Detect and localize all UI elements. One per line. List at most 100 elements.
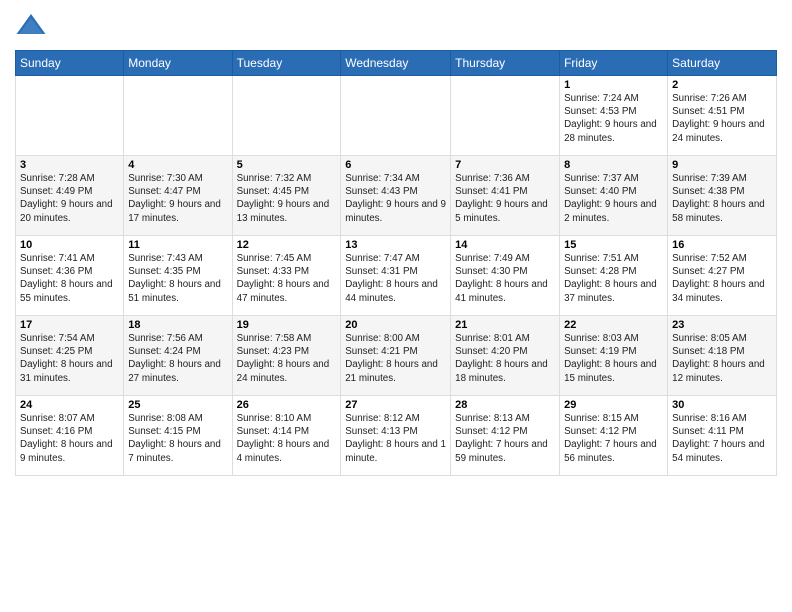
day-number: 21 [455,319,555,331]
day-number: 25 [128,399,227,411]
calendar-cell [341,76,451,156]
day-info: Sunrise: 8:16 AM Sunset: 4:11 PM Dayligh… [672,412,772,465]
day-number: 26 [237,399,337,411]
day-number: 7 [455,159,555,171]
logo-icon [15,10,47,42]
col-header-tuesday: Tuesday [232,51,341,76]
calendar-cell: 17Sunrise: 7:54 AM Sunset: 4:25 PM Dayli… [16,316,124,396]
day-info: Sunrise: 7:47 AM Sunset: 4:31 PM Dayligh… [345,252,446,305]
day-info: Sunrise: 7:54 AM Sunset: 4:25 PM Dayligh… [20,332,119,385]
day-info: Sunrise: 7:34 AM Sunset: 4:43 PM Dayligh… [345,172,446,225]
day-number: 17 [20,319,119,331]
col-header-thursday: Thursday [451,51,560,76]
calendar-cell: 23Sunrise: 8:05 AM Sunset: 4:18 PM Dayli… [668,316,777,396]
calendar-cell: 2Sunrise: 7:26 AM Sunset: 4:51 PM Daylig… [668,76,777,156]
calendar-cell: 28Sunrise: 8:13 AM Sunset: 4:12 PM Dayli… [451,396,560,476]
calendar-week-3: 10Sunrise: 7:41 AM Sunset: 4:36 PM Dayli… [16,236,777,316]
day-number: 8 [564,159,663,171]
calendar-cell [451,76,560,156]
calendar-cell: 13Sunrise: 7:47 AM Sunset: 4:31 PM Dayli… [341,236,451,316]
calendar-cell: 16Sunrise: 7:52 AM Sunset: 4:27 PM Dayli… [668,236,777,316]
day-number: 23 [672,319,772,331]
calendar-week-4: 17Sunrise: 7:54 AM Sunset: 4:25 PM Dayli… [16,316,777,396]
col-header-saturday: Saturday [668,51,777,76]
day-number: 5 [237,159,337,171]
calendar-cell: 18Sunrise: 7:56 AM Sunset: 4:24 PM Dayli… [124,316,232,396]
day-info: Sunrise: 7:28 AM Sunset: 4:49 PM Dayligh… [20,172,119,225]
day-info: Sunrise: 8:12 AM Sunset: 4:13 PM Dayligh… [345,412,446,465]
calendar-cell: 30Sunrise: 8:16 AM Sunset: 4:11 PM Dayli… [668,396,777,476]
day-number: 19 [237,319,337,331]
calendar-cell: 24Sunrise: 8:07 AM Sunset: 4:16 PM Dayli… [16,396,124,476]
day-number: 13 [345,239,446,251]
day-info: Sunrise: 7:49 AM Sunset: 4:30 PM Dayligh… [455,252,555,305]
page: SundayMondayTuesdayWednesdayThursdayFrid… [0,0,792,612]
day-info: Sunrise: 7:52 AM Sunset: 4:27 PM Dayligh… [672,252,772,305]
day-number: 4 [128,159,227,171]
calendar-week-1: 1Sunrise: 7:24 AM Sunset: 4:53 PM Daylig… [16,76,777,156]
col-header-friday: Friday [560,51,668,76]
day-info: Sunrise: 8:01 AM Sunset: 4:20 PM Dayligh… [455,332,555,385]
calendar-cell: 9Sunrise: 7:39 AM Sunset: 4:38 PM Daylig… [668,156,777,236]
day-info: Sunrise: 8:13 AM Sunset: 4:12 PM Dayligh… [455,412,555,465]
day-info: Sunrise: 7:58 AM Sunset: 4:23 PM Dayligh… [237,332,337,385]
day-info: Sunrise: 8:03 AM Sunset: 4:19 PM Dayligh… [564,332,663,385]
day-info: Sunrise: 7:45 AM Sunset: 4:33 PM Dayligh… [237,252,337,305]
day-info: Sunrise: 7:37 AM Sunset: 4:40 PM Dayligh… [564,172,663,225]
day-info: Sunrise: 8:07 AM Sunset: 4:16 PM Dayligh… [20,412,119,465]
day-info: Sunrise: 7:41 AM Sunset: 4:36 PM Dayligh… [20,252,119,305]
calendar-cell: 19Sunrise: 7:58 AM Sunset: 4:23 PM Dayli… [232,316,341,396]
day-number: 20 [345,319,446,331]
calendar-cell: 5Sunrise: 7:32 AM Sunset: 4:45 PM Daylig… [232,156,341,236]
calendar-cell: 21Sunrise: 8:01 AM Sunset: 4:20 PM Dayli… [451,316,560,396]
day-number: 12 [237,239,337,251]
day-number: 6 [345,159,446,171]
logo [15,10,51,42]
day-info: Sunrise: 7:32 AM Sunset: 4:45 PM Dayligh… [237,172,337,225]
calendar-cell: 6Sunrise: 7:34 AM Sunset: 4:43 PM Daylig… [341,156,451,236]
calendar-cell: 29Sunrise: 8:15 AM Sunset: 4:12 PM Dayli… [560,396,668,476]
day-number: 30 [672,399,772,411]
day-number: 3 [20,159,119,171]
calendar-cell: 1Sunrise: 7:24 AM Sunset: 4:53 PM Daylig… [560,76,668,156]
calendar-cell [124,76,232,156]
col-header-wednesday: Wednesday [341,51,451,76]
calendar-cell: 22Sunrise: 8:03 AM Sunset: 4:19 PM Dayli… [560,316,668,396]
day-info: Sunrise: 8:05 AM Sunset: 4:18 PM Dayligh… [672,332,772,385]
col-header-sunday: Sunday [16,51,124,76]
calendar-cell: 20Sunrise: 8:00 AM Sunset: 4:21 PM Dayli… [341,316,451,396]
day-info: Sunrise: 7:30 AM Sunset: 4:47 PM Dayligh… [128,172,227,225]
calendar-cell: 7Sunrise: 7:36 AM Sunset: 4:41 PM Daylig… [451,156,560,236]
day-info: Sunrise: 8:08 AM Sunset: 4:15 PM Dayligh… [128,412,227,465]
calendar-cell: 10Sunrise: 7:41 AM Sunset: 4:36 PM Dayli… [16,236,124,316]
day-number: 14 [455,239,555,251]
day-info: Sunrise: 7:36 AM Sunset: 4:41 PM Dayligh… [455,172,555,225]
calendar-week-2: 3Sunrise: 7:28 AM Sunset: 4:49 PM Daylig… [16,156,777,236]
day-info: Sunrise: 8:10 AM Sunset: 4:14 PM Dayligh… [237,412,337,465]
day-number: 2 [672,79,772,91]
day-number: 29 [564,399,663,411]
day-number: 24 [20,399,119,411]
calendar-cell [232,76,341,156]
day-number: 11 [128,239,227,251]
col-header-monday: Monday [124,51,232,76]
calendar-cell: 15Sunrise: 7:51 AM Sunset: 4:28 PM Dayli… [560,236,668,316]
day-number: 22 [564,319,663,331]
day-info: Sunrise: 7:56 AM Sunset: 4:24 PM Dayligh… [128,332,227,385]
day-info: Sunrise: 7:24 AM Sunset: 4:53 PM Dayligh… [564,92,663,145]
calendar-cell: 11Sunrise: 7:43 AM Sunset: 4:35 PM Dayli… [124,236,232,316]
calendar-table: SundayMondayTuesdayWednesdayThursdayFrid… [15,50,777,476]
day-info: Sunrise: 7:26 AM Sunset: 4:51 PM Dayligh… [672,92,772,145]
calendar-cell: 8Sunrise: 7:37 AM Sunset: 4:40 PM Daylig… [560,156,668,236]
calendar-cell: 25Sunrise: 8:08 AM Sunset: 4:15 PM Dayli… [124,396,232,476]
header [15,10,777,42]
calendar-week-5: 24Sunrise: 8:07 AM Sunset: 4:16 PM Dayli… [16,396,777,476]
calendar-cell: 27Sunrise: 8:12 AM Sunset: 4:13 PM Dayli… [341,396,451,476]
day-number: 15 [564,239,663,251]
day-info: Sunrise: 7:43 AM Sunset: 4:35 PM Dayligh… [128,252,227,305]
day-number: 10 [20,239,119,251]
calendar-cell [16,76,124,156]
calendar-cell: 12Sunrise: 7:45 AM Sunset: 4:33 PM Dayli… [232,236,341,316]
day-number: 1 [564,79,663,91]
calendar-header-row: SundayMondayTuesdayWednesdayThursdayFrid… [16,51,777,76]
